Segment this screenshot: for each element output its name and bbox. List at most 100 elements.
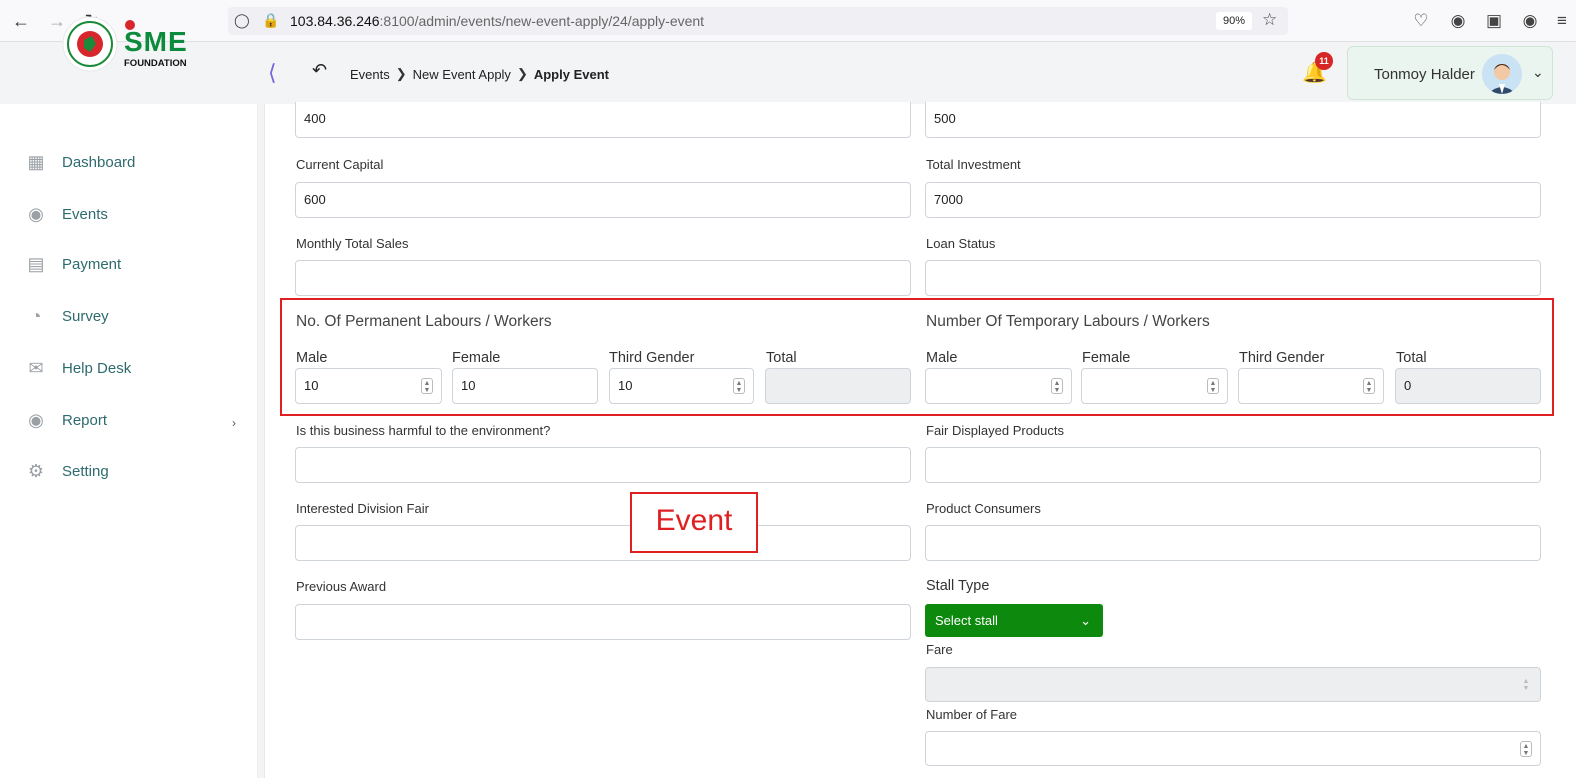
previous-award-label: Previous Award <box>296 579 387 594</box>
chevron-right-icon: ❯ <box>395 66 407 81</box>
temp-total-field: 0 <box>1395 368 1541 404</box>
text-input[interactable]: 500 <box>925 102 1541 138</box>
current-capital-label: Current Capital <box>296 157 384 172</box>
fare-input: ▲ ▼ <box>925 667 1541 702</box>
zoom-badge[interactable]: 90% <box>1216 12 1252 30</box>
harmful-environment-input[interactable] <box>295 447 911 483</box>
insecure-lock-icon[interactable]: 🔒 <box>262 12 279 29</box>
menu-icon[interactable]: ≡ <box>1554 10 1570 32</box>
temporary-labour-title: Number Of Temporary Labours / Workers <box>926 313 1210 330</box>
perm-male-stepper[interactable]: 10 ▲ ▼ <box>295 368 442 404</box>
user-name: Tonmoy Halder <box>1374 66 1475 83</box>
number-of-fare-stepper[interactable]: ▲ ▼ <box>925 731 1541 766</box>
addon-icon[interactable]: ◉ <box>1519 10 1541 32</box>
fair-displayed-products-label: Fair Displayed Products <box>926 423 1064 438</box>
interested-division-fair-label: Interested Division Fair <box>296 501 429 516</box>
cash-icon: ▤ <box>27 254 45 274</box>
perm-third-gender-value: 10 <box>618 378 633 393</box>
total-investment-input[interactable]: 7000 <box>925 182 1541 218</box>
sidebar-item-label: Report <box>62 411 108 429</box>
current-capital-input[interactable]: 600 <box>295 182 911 218</box>
loan-status-input[interactable] <box>925 260 1541 296</box>
sme-foundation-logo: SME FOUNDATION <box>62 16 202 72</box>
perm-total-label: Total <box>766 350 797 366</box>
bookmark-star-icon[interactable]: ☆ <box>1262 10 1277 30</box>
user-menu[interactable]: Tonmoy Halder ⌄ <box>1347 46 1553 100</box>
product-consumers-label: Product Consumers <box>926 501 1041 516</box>
sidebar-item-survey[interactable]: ◔ Survey <box>24 302 109 330</box>
monthly-total-sales-input[interactable] <box>295 260 911 296</box>
account-icon[interactable]: ◉ <box>1447 10 1469 32</box>
total-investment-label: Total Investment <box>926 157 1021 172</box>
gear-icon: ⚙ <box>27 461 45 481</box>
extensions-icon[interactable]: ▣ <box>1483 10 1505 32</box>
sidebar-item-label: Help Desk <box>62 359 132 377</box>
sidebar-item-dashboard[interactable]: ▦ Dashboard <box>24 148 135 176</box>
spinner-icon[interactable]: ▲ ▼ <box>733 378 745 394</box>
spinner-icon[interactable]: ▲ ▼ <box>421 378 433 394</box>
notification-count-badge: 11 <box>1315 52 1333 70</box>
sidebar-item-label: Events <box>62 205 108 223</box>
breadcrumb-item-new-event-apply[interactable]: New Event Apply <box>413 67 511 82</box>
loan-status-label: Loan Status <box>926 236 996 251</box>
chevron-right-icon: ❯ <box>516 66 528 81</box>
lock-circle-icon: ◉ <box>28 204 44 224</box>
temp-female-stepper[interactable]: ▲ ▼ <box>1081 368 1228 404</box>
grid-icon: ▦ <box>27 152 45 172</box>
perm-total-field <box>765 368 911 404</box>
temp-third-gender-label: Third Gender <box>1239 350 1325 366</box>
breadcrumb-item-apply-event: Apply Event <box>533 66 609 82</box>
chevron-down-icon: ⌄ <box>1532 64 1544 80</box>
sidebar-item-setting[interactable]: ⚙ Setting <box>24 457 109 485</box>
temp-total-label: Total <box>1396 350 1427 366</box>
perm-third-gender-label: Third Gender <box>609 350 695 366</box>
fare-label: Fare <box>926 642 953 657</box>
spinner-icon[interactable]: ▲ ▼ <box>1520 741 1532 757</box>
perm-female-input[interactable]: 10 <box>452 368 598 404</box>
pie-chart-icon: ◔ <box>30 306 42 326</box>
perm-female-label: Female <box>452 350 501 366</box>
spinner-icon: ▲ ▼ <box>1522 678 1530 692</box>
text-input[interactable]: 400 <box>295 102 911 138</box>
stall-type-select[interactable]: Select stall ⌄ <box>925 604 1103 637</box>
harmful-environment-label: Is this business harmful to the environm… <box>296 423 551 438</box>
sidebar: ▦ Dashboard ◉ Events ▤ Payment ◔ Survey … <box>0 104 258 778</box>
sidebar-item-payment[interactable]: ▤ Payment <box>24 250 121 278</box>
spinner-icon[interactable]: ▲ ▼ <box>1207 378 1219 394</box>
interested-division-fair-input[interactable] <box>295 525 911 561</box>
spinner-icon[interactable]: ▲ ▼ <box>1363 378 1375 394</box>
temp-male-stepper[interactable]: ▲ ▼ <box>925 368 1072 404</box>
temp-male-label: Male <box>926 350 958 366</box>
spinner-icon[interactable]: ▲ ▼ <box>1051 378 1063 394</box>
sidebar-item-report[interactable]: ◉ Report <box>24 406 107 434</box>
pocket-icon[interactable]: ♡ <box>1410 10 1432 32</box>
temp-third-gender-stepper[interactable]: ▲ ▼ <box>1238 368 1384 404</box>
stall-select-value: Select stall <box>935 613 998 628</box>
logo-text: SME <box>124 26 188 57</box>
perm-third-gender-stepper[interactable]: 10 ▲ ▼ <box>609 368 754 404</box>
stall-type-label: Stall Type <box>926 578 990 594</box>
sidebar-collapse-icon[interactable]: ⟨ <box>268 60 277 86</box>
back-arrow-icon[interactable]: ← <box>10 10 32 32</box>
mail-icon: ✉ <box>28 358 44 378</box>
monthly-total-sales-label: Monthly Total Sales <box>296 236 409 251</box>
lock-circle-icon: ◉ <box>28 410 44 430</box>
sidebar-item-events[interactable]: ◉ Events <box>24 200 108 228</box>
address-bar[interactable]: ◯ 🔒 103.84.36.246:8100/admin/events/new-… <box>228 7 1288 35</box>
event-annotation-box: Event <box>630 492 758 553</box>
temp-female-label: Female <box>1082 350 1131 366</box>
product-consumers-input[interactable] <box>925 525 1541 561</box>
breadcrumb-item-events[interactable]: Events <box>350 67 390 82</box>
sidebar-item-label: Setting <box>62 462 109 480</box>
sidebar-item-label: Payment <box>62 255 122 273</box>
sidebar-item-label: Dashboard <box>62 153 136 171</box>
avatar <box>1482 54 1522 94</box>
sidebar-item-help-desk[interactable]: ✉ Help Desk <box>24 354 131 382</box>
perm-male-label: Male <box>296 350 328 366</box>
perm-male-value: 10 <box>304 378 319 393</box>
undo-back-icon[interactable]: ↶ <box>312 60 327 81</box>
chevron-right-icon[interactable]: › <box>232 416 236 430</box>
fair-displayed-products-input[interactable] <box>925 447 1541 483</box>
previous-award-input[interactable] <box>295 604 911 640</box>
browser-toolbar: ← → ↻ ◯ 🔒 103.84.36.246:8100/admin/event… <box>0 0 1576 42</box>
